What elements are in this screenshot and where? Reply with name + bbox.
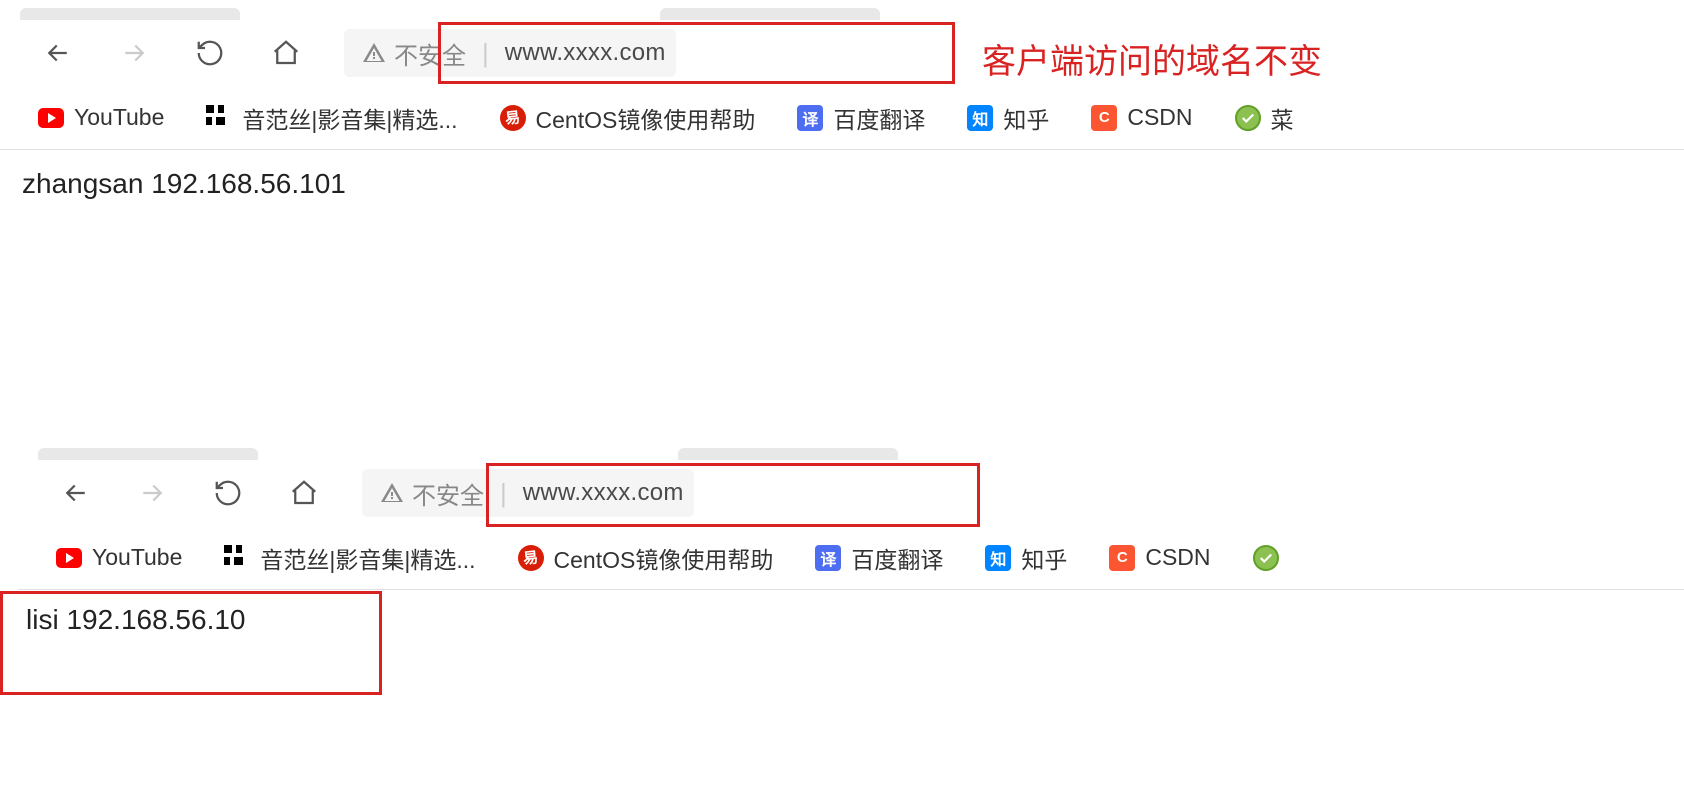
- url-text[interactable]: www.xxxx.com: [523, 479, 684, 507]
- grid-icon: [206, 105, 232, 131]
- tab-fragment[interactable]: [660, 8, 880, 20]
- browser-window-2: 不安全 | www.xxxx.com YouTube 音范丝|影音集|精选...…: [0, 440, 1684, 700]
- home-icon: [271, 38, 301, 68]
- reload-button[interactable]: [192, 35, 228, 71]
- home-button[interactable]: [286, 475, 322, 511]
- address-separator: |: [500, 478, 507, 509]
- insecure-label: 不安全: [412, 476, 484, 511]
- reload-icon: [195, 38, 225, 68]
- bookmark-youtube[interactable]: YouTube: [30, 100, 172, 135]
- youtube-icon: [56, 545, 82, 571]
- bookmark-centos[interactable]: 易 CentOS镜像使用帮助: [492, 97, 764, 139]
- bookmark-label: 百度翻译: [833, 101, 925, 135]
- bookmark-csdn[interactable]: C CSDN: [1101, 540, 1218, 575]
- bookmark-label: CSDN: [1127, 104, 1192, 131]
- netease-icon: 易: [518, 545, 544, 571]
- bookmark-label: 知乎: [1021, 541, 1067, 575]
- bookmark-label: 百度翻译: [851, 541, 943, 575]
- tab-strip: [18, 440, 1684, 460]
- bookmarks-bar: YouTube 音范丝|影音集|精选... 易 CentOS镜像使用帮助 译 百…: [0, 86, 1684, 150]
- csdn-icon: C: [1091, 105, 1117, 131]
- address-separator: |: [482, 38, 489, 69]
- bookmark-zhihu[interactable]: 知 知乎: [959, 97, 1057, 139]
- home-icon: [289, 478, 319, 508]
- forward-button[interactable]: [134, 475, 170, 511]
- baidu-translate-icon: 译: [815, 545, 841, 571]
- runoob-icon: [1235, 105, 1261, 131]
- tab-fragment[interactable]: [20, 8, 240, 20]
- bookmark-runoob[interactable]: [1245, 541, 1287, 575]
- arrow-right-icon: [119, 38, 149, 68]
- bookmark-centos[interactable]: 易 CentOS镜像使用帮助: [510, 537, 782, 579]
- bookmark-label: 音范丝|影音集|精选...: [242, 101, 457, 135]
- youtube-icon: [38, 105, 64, 131]
- tab-strip: [0, 0, 1684, 20]
- address-bar[interactable]: 不安全 | www.xxxx.com: [362, 469, 694, 517]
- url-text[interactable]: www.xxxx.com: [505, 39, 666, 67]
- zhihu-icon: 知: [967, 105, 993, 131]
- arrow-right-icon: [137, 478, 167, 508]
- page-content: zhangsan 192.168.56.101: [0, 150, 1684, 218]
- bookmark-label: CentOS镜像使用帮助: [554, 541, 774, 575]
- bookmark-csdn[interactable]: C CSDN: [1083, 100, 1200, 135]
- bookmark-yinfansi[interactable]: 音范丝|影音集|精选...: [216, 537, 483, 579]
- zhihu-icon: 知: [985, 545, 1011, 571]
- address-bar[interactable]: 不安全 | www.xxxx.com: [344, 29, 676, 77]
- netease-icon: 易: [500, 105, 526, 131]
- insecure-label: 不安全: [394, 36, 466, 71]
- bookmark-baidu-translate[interactable]: 译 百度翻译: [789, 97, 933, 139]
- back-button[interactable]: [40, 35, 76, 71]
- browser-window-1: 不安全 | www.xxxx.com 客户端访问的域名不变 YouTube 音范…: [0, 0, 1684, 440]
- bookmark-label: CentOS镜像使用帮助: [536, 101, 756, 135]
- bookmark-yinfansi[interactable]: 音范丝|影音集|精选...: [198, 97, 465, 139]
- reload-icon: [213, 478, 243, 508]
- browser-toolbar: 不安全 | www.xxxx.com: [18, 460, 1684, 526]
- annotation-text: 客户端访问的域名不变: [982, 34, 1322, 83]
- bookmark-label: 知乎: [1003, 101, 1049, 135]
- tab-fragment[interactable]: [678, 448, 898, 460]
- arrow-left-icon: [43, 38, 73, 68]
- grid-icon: [224, 545, 250, 571]
- home-button[interactable]: [268, 35, 304, 71]
- browser-toolbar: 不安全 | www.xxxx.com 客户端访问的域名不变: [0, 20, 1684, 86]
- bookmark-label: CSDN: [1145, 544, 1210, 571]
- bookmark-youtube[interactable]: YouTube: [48, 540, 190, 575]
- reload-button[interactable]: [210, 475, 246, 511]
- tab-fragment[interactable]: [38, 448, 258, 460]
- insecure-warning-icon: [362, 41, 386, 65]
- bookmark-label: YouTube: [74, 104, 164, 131]
- bookmark-baidu-translate[interactable]: 译 百度翻译: [807, 537, 951, 579]
- back-button[interactable]: [58, 475, 94, 511]
- arrow-left-icon: [61, 478, 91, 508]
- baidu-translate-icon: 译: [797, 105, 823, 131]
- bookmark-zhihu[interactable]: 知 知乎: [977, 537, 1075, 579]
- bookmark-label: 菜: [1271, 101, 1294, 135]
- bookmarks-bar: YouTube 音范丝|影音集|精选... 易 CentOS镜像使用帮助 译 百…: [18, 526, 1684, 590]
- page-content: lisi 192.168.56.10: [18, 590, 1684, 658]
- nav-button-group: [58, 475, 322, 511]
- insecure-warning-icon: [380, 481, 404, 505]
- bookmark-runoob[interactable]: 菜: [1227, 97, 1302, 139]
- csdn-icon: C: [1109, 545, 1135, 571]
- nav-button-group: [40, 35, 304, 71]
- runoob-icon: [1253, 545, 1279, 571]
- bookmark-label: 音范丝|影音集|精选...: [260, 541, 475, 575]
- bookmark-label: YouTube: [92, 544, 182, 571]
- forward-button[interactable]: [116, 35, 152, 71]
